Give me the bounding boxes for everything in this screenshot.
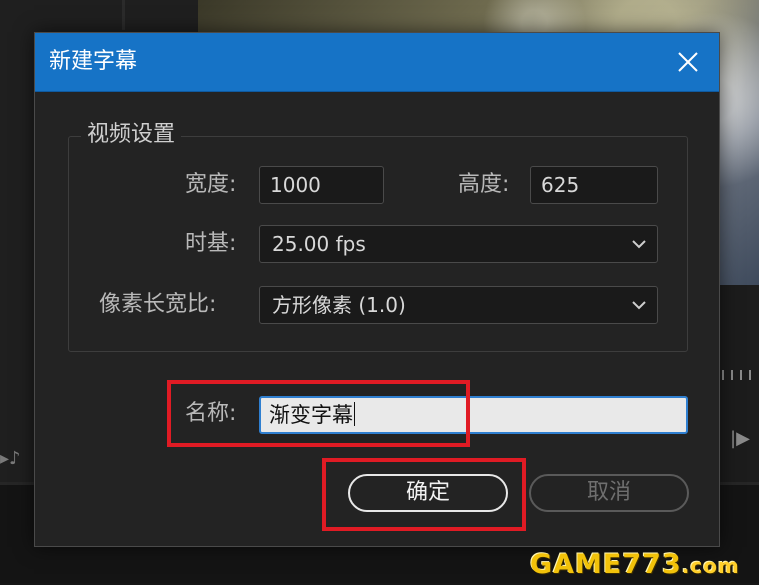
video-settings-legend: 视频设置: [81, 118, 182, 152]
timebase-label: 时基:: [185, 231, 237, 256]
name-label: 名称:: [185, 401, 237, 426]
timebase-select[interactable]: 25.00 fps: [259, 225, 658, 263]
panel-divider: [122, 0, 125, 30]
new-title-dialog: 新建字幕 视频设置 宽度: 1000 高度: 625 时基: 25.00 fps…: [34, 32, 720, 547]
name-input[interactable]: 渐变字幕: [259, 396, 688, 434]
height-field[interactable]: 625: [530, 166, 658, 204]
dialog-title-bar: 新建字幕: [35, 33, 719, 92]
name-input-value: 渐变字幕: [269, 403, 353, 427]
close-button[interactable]: [673, 47, 703, 77]
watermark-suffix: .com: [681, 554, 740, 578]
watermark-main: GAME773: [530, 549, 682, 580]
audio-note-icon: ▸♪: [0, 448, 21, 469]
height-label: 高度:: [458, 172, 510, 197]
timeline-ruler-ticks: [722, 370, 759, 380]
pixel-aspect-label: 像素长宽比:: [99, 292, 217, 317]
ok-button[interactable]: 确定: [348, 474, 508, 512]
width-label: 宽度:: [185, 172, 237, 197]
site-watermark-logo: GAME773.com: [530, 546, 759, 583]
close-icon: [678, 52, 698, 72]
step-forward-icon[interactable]: |▶: [730, 428, 750, 449]
width-field[interactable]: 1000: [259, 166, 384, 204]
cancel-button[interactable]: 取消: [529, 474, 689, 512]
pixel-aspect-select[interactable]: 方形像素 (1.0): [259, 286, 658, 324]
timebase-value: 25.00 fps: [272, 232, 366, 256]
pixel-aspect-value: 方形像素 (1.0): [272, 293, 406, 317]
chevron-down-icon: [631, 298, 647, 312]
dialog-title: 新建字幕: [49, 49, 138, 74]
chevron-down-icon: [631, 237, 647, 251]
text-caret: [354, 402, 355, 426]
